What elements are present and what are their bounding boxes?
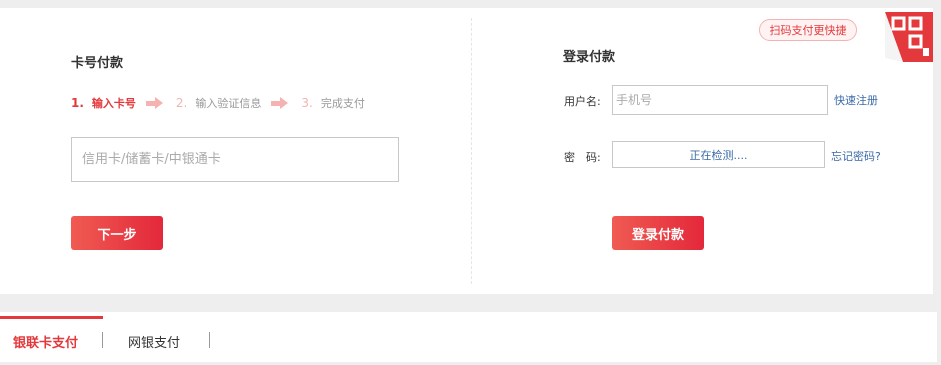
qr-code-icon[interactable] bbox=[885, 12, 933, 62]
step-1-label: 输入卡号 bbox=[91, 97, 136, 110]
qr-tip-badge[interactable]: 扫码支付更快捷 bbox=[759, 19, 857, 41]
step-2: 2. 输入验证信息 bbox=[176, 95, 261, 111]
tab-separator bbox=[102, 332, 103, 348]
step-2-label: 输入验证信息 bbox=[195, 97, 262, 110]
step-1-number: 1. bbox=[71, 96, 84, 110]
username-label: 用户名: bbox=[564, 95, 601, 108]
forgot-password-link[interactable]: 忘记密码? bbox=[831, 148, 881, 164]
login-pay-button[interactable]: 登录付款 bbox=[612, 216, 704, 250]
step-1: 1. 输入卡号 bbox=[71, 95, 136, 111]
step-3-number: 3. bbox=[301, 96, 313, 110]
card-number-input[interactable] bbox=[71, 137, 399, 182]
active-tab-indicator bbox=[0, 316, 103, 319]
login-payment-title: 登录付款 bbox=[563, 50, 616, 65]
step-3-label: 完成支付 bbox=[320, 97, 365, 110]
step-arrow-icon bbox=[145, 97, 164, 109]
payment-steps: 1. 输入卡号 2. 输入验证信息 3. 完成支付 bbox=[71, 95, 365, 111]
quick-register-link[interactable]: 快速注册 bbox=[834, 92, 878, 108]
panel-divider bbox=[471, 18, 472, 284]
username-input[interactable] bbox=[612, 85, 828, 115]
step-arrow-icon bbox=[271, 97, 289, 109]
tab-unionpay[interactable]: 银联卡支付 bbox=[13, 332, 78, 351]
next-step-button[interactable]: 下一步 bbox=[71, 216, 163, 250]
step-2-number: 2. bbox=[175, 96, 188, 110]
password-label: 密 码: bbox=[564, 151, 601, 164]
tab-separator bbox=[209, 332, 210, 348]
password-field[interactable]: 正在检测.... bbox=[612, 141, 825, 168]
card-payment-title: 卡号付款 bbox=[71, 56, 124, 71]
tab-online-banking[interactable]: 网银支付 bbox=[128, 332, 180, 351]
step-3: 3. 完成支付 bbox=[301, 95, 364, 111]
